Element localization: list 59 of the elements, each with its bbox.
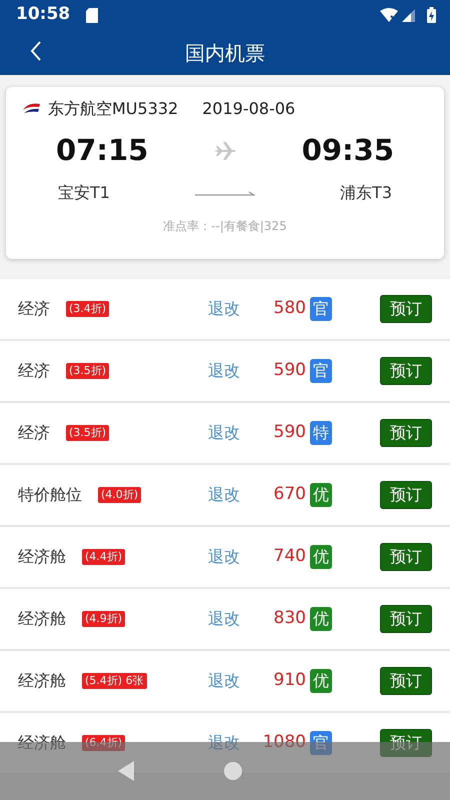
fare-tag: 优 [310,606,332,630]
discount-label: (4.0折) [98,486,142,502]
refund-change-link[interactable]: 退改 [208,420,240,444]
fare-price: 830 [274,606,306,630]
airline-logo-icon [22,102,40,116]
book-button[interactable]: 预订 [380,418,432,446]
discount-label: (3.4折) [66,300,110,316]
flight-info: 准点率：--|有餐食|325 [163,218,287,232]
battery-charging-icon [427,7,436,23]
departure-airport: 宝安T1 [58,182,110,204]
fare-price: 910 [274,668,306,692]
fare-price: 590 [274,420,306,444]
fare-tag: 优 [310,482,332,506]
status-time: 10:58 [16,3,70,26]
cabin-class: 经济舱 [18,546,66,568]
book-button[interactable]: 预订 [380,356,432,384]
book-button[interactable]: 预订 [380,666,432,694]
departure-time: 07:15 [56,132,148,169]
fare-tag: 优 [310,668,332,692]
discount-label: (3.5折) [66,424,110,440]
fare-price: 670 [274,482,306,506]
plane-icon [214,142,236,160]
fare-price: 590 [274,358,306,382]
fare-tag: 优 [310,544,332,568]
page-title: 国内机票 [185,40,265,66]
refund-change-link[interactable]: 退改 [208,358,240,382]
fare-tag: 官 [310,296,332,320]
signal-icon [402,8,415,22]
arrival-airport: 浦东T3 [340,182,392,204]
refund-change-link[interactable]: 退改 [208,606,240,630]
back-triangle-icon[interactable] [118,761,134,781]
discount-label: (4.4折) [82,548,126,564]
refund-change-link[interactable]: 退改 [208,296,240,320]
discount-label: (4.9折) [82,610,126,626]
discount-label: (3.5折) [66,362,110,378]
cabin-class: 经济舱 [18,608,66,630]
cabin-class: 经济 [18,360,50,382]
arrival-time: 09:35 [302,132,394,169]
refund-change-link[interactable]: 退改 [208,668,240,692]
book-button[interactable]: 预订 [380,294,432,322]
wifi-off-icon [380,8,398,22]
fare-price: 580 [274,296,306,320]
airline-flight-number: 东方航空MU5332 [48,98,178,120]
refund-change-link[interactable]: 退改 [208,482,240,506]
book-button[interactable]: 预订 [380,480,432,508]
refund-change-link[interactable]: 退改 [208,544,240,568]
fare-tag: 官 [310,358,332,382]
book-button[interactable]: 预订 [380,542,432,570]
sd-card-icon [86,8,98,22]
cabin-class: 特价舱位 [18,484,82,506]
book-button[interactable]: 预订 [380,604,432,632]
fare-price: 740 [274,544,306,568]
flight-date: 2019-08-06 [202,98,296,120]
cabin-class: 经济舱 [18,670,66,692]
fare-tag: 特 [310,420,332,444]
home-circle-icon[interactable] [224,762,242,780]
discount-label: (5.4折) 6张 [82,672,147,688]
cabin-class: 经济 [18,422,50,444]
cabin-class: 经济 [18,298,50,320]
